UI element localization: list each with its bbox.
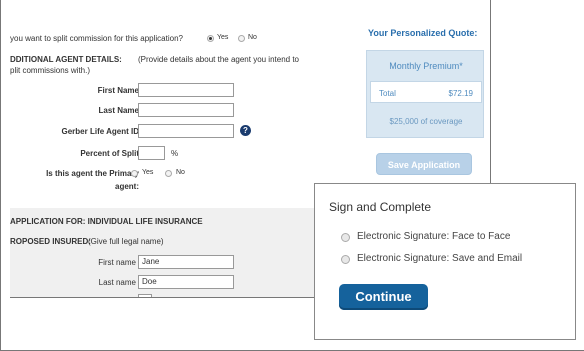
agent-id-input[interactable]: [138, 124, 234, 138]
insured-last-name-input[interactable]: Doe: [138, 275, 234, 289]
insured-first-name-label: First name: [98, 258, 136, 267]
monthly-premium-label: Monthly Premium*: [389, 61, 463, 71]
save-application-button[interactable]: Save Application: [376, 153, 472, 175]
partial-input[interactable]: [138, 294, 152, 297]
sign-title: Sign and Complete: [329, 200, 432, 214]
total-value: $72.19: [448, 89, 473, 98]
split-yes-radio[interactable]: [207, 35, 214, 42]
total-label: Total: [379, 89, 396, 98]
agent-details-heading: DDITIONAL AGENT DETAILS:: [10, 55, 122, 64]
primary-no-radio[interactable]: [165, 170, 172, 177]
agent-first-name-input[interactable]: [138, 83, 234, 97]
split-commission-question: you want to split commission for this ap…: [10, 34, 183, 43]
proposed-insured-heading: ROPOSED INSURED:: [10, 237, 91, 246]
split-no-label: No: [248, 34, 257, 41]
agent-details-desc: (Provide details about the agent you int…: [138, 55, 299, 64]
agent-last-name-label: Last Name: [98, 106, 139, 115]
percent-split-label: Percent of Split: [80, 149, 139, 158]
primary-yes-label: Yes: [142, 169, 154, 176]
percent-split-input[interactable]: [138, 146, 165, 160]
agent-first-name-label: First Name: [97, 86, 139, 95]
face-to-face-label: Electronic Signature: Face to Face: [357, 231, 511, 242]
application-heading: APPLICATION FOR: INDIVIDUAL LIFE INSURAN…: [10, 217, 203, 226]
help-icon[interactable]: ?: [240, 125, 251, 136]
primary-no-label: No: [176, 169, 185, 176]
coverage-amount: $25,000 of coverage: [389, 117, 463, 126]
proposed-insured-desc: (Give full legal name): [88, 237, 164, 246]
percent-unit: %: [171, 149, 179, 158]
total-row: Total $72.19: [370, 81, 482, 103]
insured-first-name-input[interactable]: Jane: [138, 255, 234, 269]
primary-yes-radio[interactable]: [131, 170, 138, 177]
agent-last-name-input[interactable]: [138, 103, 234, 117]
primary-agent-label: Is this agent the Primary: [46, 169, 139, 178]
split-no-radio[interactable]: [238, 35, 245, 42]
continue-button[interactable]: Continue: [339, 284, 428, 310]
face-to-face-radio[interactable]: [341, 233, 350, 242]
split-yes-label: Yes: [217, 34, 229, 41]
primary-agent-label-2: agent:: [115, 182, 139, 191]
sign-and-complete-panel: Sign and Complete Electronic Signature: …: [314, 183, 576, 340]
quote-box: Monthly Premium* Total $72.19 $25,000 of…: [366, 50, 484, 138]
save-email-label: Electronic Signature: Save and Email: [357, 253, 523, 264]
quote-title: Your Personalized Quote:: [368, 28, 478, 38]
agent-id-label: Gerber Life Agent ID: [61, 127, 140, 136]
insured-last-name-label: Last name: [98, 278, 136, 287]
save-email-radio[interactable]: [341, 255, 350, 264]
agent-details-desc-2: plit commissions with.): [10, 66, 91, 75]
